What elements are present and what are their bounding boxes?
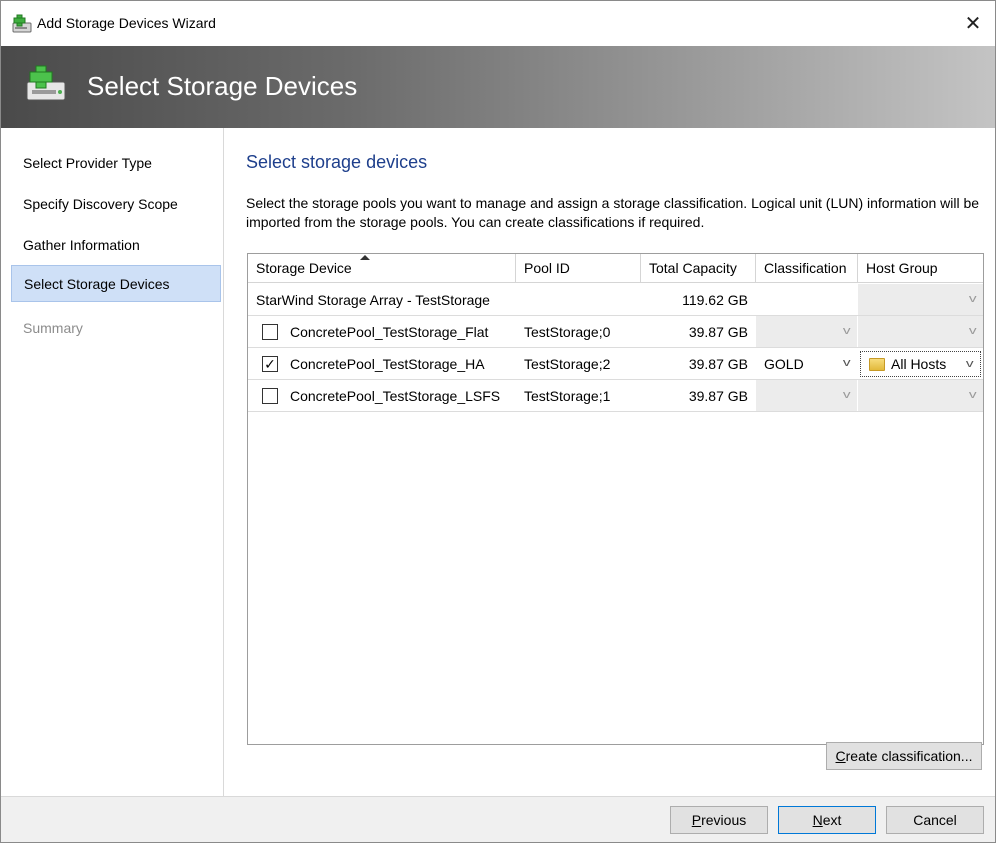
section-title: Select storage devices [246, 152, 428, 172]
button-label: reate classification... [845, 748, 973, 764]
wizard-banner: Select Storage Devices [1, 46, 995, 128]
pool-id-cell: TestStorage;2 [524, 356, 611, 372]
host-group-select: v [858, 380, 983, 411]
pool-checkbox[interactable] [262, 388, 278, 404]
close-icon: ✕ [964, 12, 982, 35]
nav-step-gather-information[interactable]: Gather Information [11, 226, 221, 263]
nav-step-label: Select Storage Devices [24, 275, 170, 292]
pool-name: ConcretePool_TestStorage_HA [290, 356, 485, 372]
chevron-down-icon: v [968, 389, 977, 401]
storage-add-icon [26, 65, 66, 101]
window-title: Add Storage Devices Wizard [37, 15, 216, 31]
classification-select: v [756, 316, 857, 347]
capacity-cell: 39.87 GB [688, 324, 748, 340]
column-header-storage-device[interactable]: Storage Device [248, 254, 516, 283]
storage-device-cell: ConcretePool_TestStorage_Flat [262, 316, 518, 348]
nav-step-select-provider-type[interactable]: Select Provider Type [11, 144, 221, 181]
classification-select[interactable]: GOLD v [756, 348, 857, 379]
storage-device-cell: ✓ ConcretePool_TestStorage_HA [262, 348, 518, 380]
column-header-pool-id[interactable]: Pool ID [516, 254, 641, 283]
cancel-button[interactable]: Cancel [886, 806, 984, 834]
close-button[interactable]: ✕ [955, 7, 991, 39]
wizard-content: Select storage devices Select the storag… [225, 128, 995, 796]
nav-step-label: Specify Discovery Scope [23, 195, 178, 212]
pool-id-cell: TestStorage;0 [524, 324, 611, 340]
column-header-label: Total Capacity [649, 260, 737, 276]
pool-name: ConcretePool_TestStorage_Flat [290, 324, 489, 340]
column-header-label: Host Group [866, 260, 938, 276]
mnemonic-letter: P [691, 812, 702, 828]
sort-ascending-icon [360, 255, 370, 260]
button-label: Cancel [913, 812, 957, 828]
pool-id-cell: TestStorage;1 [524, 388, 611, 404]
button-label: ext [822, 812, 842, 828]
wizard-steps-nav: Select Provider Type Specify Discovery S… [1, 128, 224, 796]
storage-devices-grid: Storage Device Pool ID Total Capacity Cl… [247, 253, 984, 745]
column-header-label: Storage Device [256, 260, 352, 276]
mnemonic-letter: C [835, 748, 846, 764]
chevron-down-icon: v [968, 325, 977, 337]
next-button[interactable]: Next [778, 806, 876, 834]
column-header-label: Pool ID [524, 260, 570, 276]
chevron-down-icon: v [842, 357, 851, 369]
column-header-total-capacity[interactable]: Total Capacity [641, 254, 756, 283]
storage-add-icon [12, 14, 32, 33]
previous-button[interactable]: Previous [670, 806, 768, 834]
column-header-label: Classification [764, 260, 847, 276]
capacity-cell: 119.62 GB [682, 292, 748, 308]
table-row[interactable]: ConcretePool_TestStorage_LSFS TestStorag… [248, 380, 983, 412]
pool-checkbox[interactable]: ✓ [262, 356, 278, 372]
capacity-cell: 39.87 GB [688, 356, 748, 372]
wizard-footer: Previous Next Cancel [1, 796, 995, 842]
chevron-down-icon: v [968, 293, 977, 305]
column-header-classification[interactable]: Classification [756, 254, 858, 283]
section-description: Select the storage pools you want to man… [246, 195, 980, 230]
nav-step-label: Select Provider Type [23, 154, 152, 171]
wizard-heading: Select Storage Devices [87, 71, 358, 101]
nav-step-summary: Summary [11, 309, 221, 346]
nav-step-label: Gather Information [23, 236, 140, 253]
host-group-folder-icon [869, 357, 885, 371]
capacity-cell: 39.87 GB [688, 388, 748, 404]
host-group-select[interactable]: All Hosts v [860, 351, 981, 377]
checkmark-icon: ✓ [264, 356, 276, 372]
host-group-select: v [858, 316, 983, 347]
mnemonic-letter: N [812, 812, 823, 828]
chevron-down-icon: v [965, 358, 974, 370]
pool-checkbox[interactable] [262, 324, 278, 340]
storage-device-cell: ConcretePool_TestStorage_LSFS [262, 380, 518, 412]
nav-step-specify-discovery-scope[interactable]: Specify Discovery Scope [11, 185, 221, 222]
storage-device-cell: StarWind Storage Array - TestStorage [256, 292, 490, 308]
table-row[interactable]: ✓ ConcretePool_TestStorage_HA TestStorag… [248, 348, 983, 380]
nav-step-select-storage-devices[interactable]: Select Storage Devices [11, 265, 221, 302]
title-bar: Add Storage Devices Wizard ✕ [1, 1, 995, 46]
host-group-value: All Hosts [891, 356, 947, 372]
classification-value: GOLD [764, 355, 804, 372]
wizard-window: Add Storage Devices Wizard ✕ Select Stor… [0, 0, 996, 843]
button-label: revious [701, 812, 747, 828]
table-row[interactable]: ConcretePool_TestStorage_Flat TestStorag… [248, 316, 983, 348]
chevron-down-icon: v [842, 325, 851, 337]
table-row-array[interactable]: StarWind Storage Array - TestStorage 119… [248, 284, 983, 316]
nav-step-label: Summary [23, 319, 83, 336]
create-classification-button[interactable]: Create classification... [826, 742, 982, 770]
host-group-select: v [858, 284, 983, 315]
classification-select: v [756, 380, 857, 411]
column-header-host-group[interactable]: Host Group [858, 254, 983, 283]
chevron-down-icon: v [842, 389, 851, 401]
pool-name: ConcretePool_TestStorage_LSFS [290, 388, 501, 404]
